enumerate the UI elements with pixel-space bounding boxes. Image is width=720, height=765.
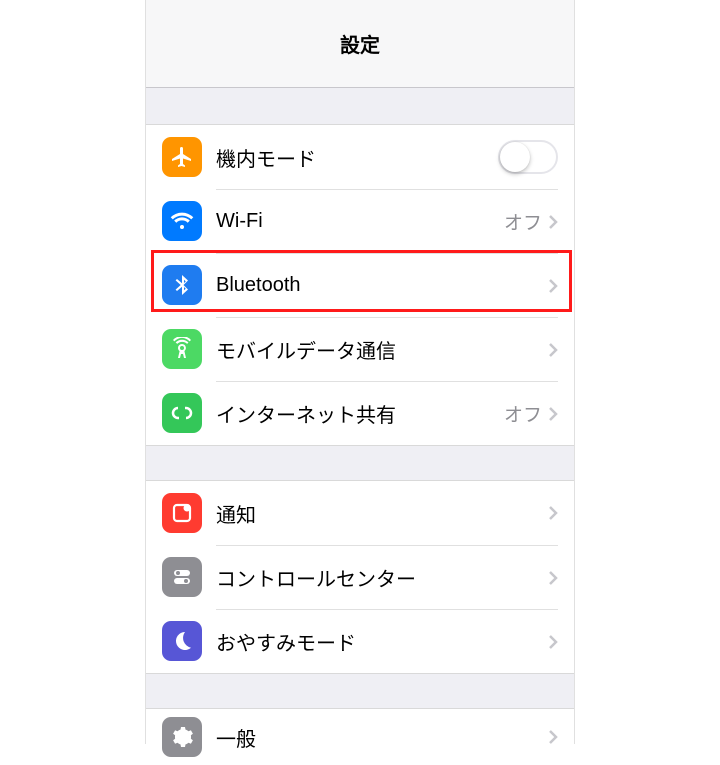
- row-bluetooth[interactable]: Bluetooth: [146, 253, 574, 317]
- bluetooth-label: Bluetooth: [216, 274, 542, 297]
- header: 設定: [146, 0, 574, 88]
- cellular-label: モバイルデータ通信: [216, 335, 548, 364]
- wifi-detail: オフ: [504, 208, 542, 235]
- notifications-icon: [162, 493, 202, 533]
- chevron-right-icon: [548, 634, 558, 650]
- airplane-icon: [162, 137, 202, 177]
- bluetooth-icon: [162, 265, 202, 305]
- page-title: 設定: [340, 29, 380, 58]
- row-notifications[interactable]: 通知: [146, 481, 574, 545]
- row-general[interactable]: 一般: [146, 709, 574, 765]
- airplane-toggle[interactable]: [498, 140, 558, 174]
- dnd-label: おやすみモード: [216, 627, 548, 656]
- chevron-right-icon: [548, 342, 558, 358]
- chevron-right-icon: [548, 505, 558, 521]
- notifications-label: 通知: [216, 499, 548, 528]
- hotspot-label: インターネット共有: [216, 399, 504, 428]
- dnd-icon: [162, 621, 202, 661]
- general-label: 一般: [216, 723, 548, 752]
- group-spacer: [146, 673, 574, 709]
- controlcenter-icon: [162, 557, 202, 597]
- row-control-center[interactable]: コントロールセンター: [146, 545, 574, 609]
- row-airplane-mode[interactable]: 機内モード: [146, 125, 574, 189]
- row-dnd[interactable]: おやすみモード: [146, 609, 574, 673]
- group-spacer: [146, 88, 574, 124]
- chevron-right-icon: [548, 406, 558, 422]
- chevron-right-icon: [548, 729, 558, 745]
- group-notifications: 通知 コントロールセンター おやすみモード: [146, 481, 574, 673]
- chevron-right-icon: [548, 278, 558, 294]
- wifi-label: Wi-Fi: [216, 210, 504, 233]
- group-spacer: [146, 445, 574, 481]
- general-icon: [162, 717, 202, 757]
- cellular-icon: [162, 329, 202, 369]
- hotspot-icon: [162, 393, 202, 433]
- wifi-icon: [162, 201, 202, 241]
- row-wifi[interactable]: Wi-Fi オフ: [146, 189, 574, 253]
- chevron-right-icon: [548, 570, 558, 586]
- chevron-right-icon: [548, 214, 558, 230]
- group-connectivity: 機内モード Wi-Fi オフ Bluetooth: [146, 124, 574, 445]
- row-hotspot[interactable]: インターネット共有 オフ: [146, 381, 574, 445]
- group-general: 一般: [146, 709, 574, 765]
- controlcenter-label: コントロールセンター: [216, 563, 548, 592]
- settings-screen: 設定 機内モード Wi-Fi オフ: [145, 0, 575, 744]
- row-cellular[interactable]: モバイルデータ通信: [146, 317, 574, 381]
- hotspot-detail: オフ: [504, 400, 542, 427]
- airplane-label: 機内モード: [216, 143, 498, 172]
